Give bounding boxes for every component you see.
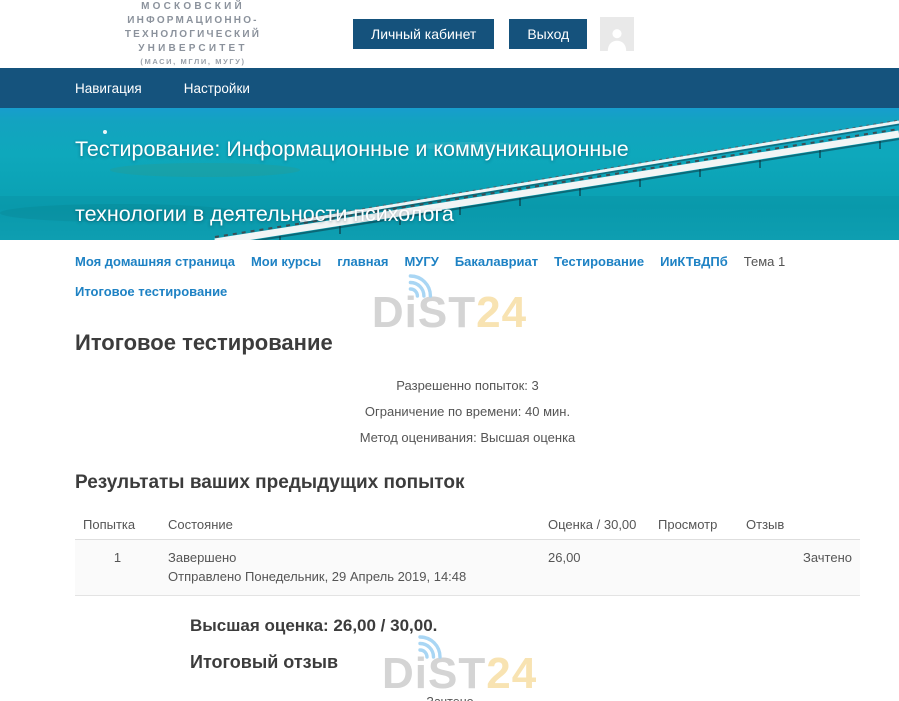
final-feedback-value: Зачтено — [190, 695, 710, 701]
breadcrumb-item-testing[interactable]: Тестирование — [554, 254, 644, 269]
main-navbar: Навигация Настройки — [0, 68, 899, 108]
university-logo[interactable]: МОСКОВСКИЙ ИНФОРМАЦИОННО-ТЕХНОЛОГИЧЕСКИЙ… — [75, 0, 311, 68]
breadcrumb-item-home[interactable]: Моя домашняя страница — [75, 254, 235, 269]
breadcrumb-item-main[interactable]: главная — [337, 254, 388, 269]
state-label: Завершено — [168, 548, 532, 567]
logo-subline: (МАСИ, МГЛИ, МУГУ) — [75, 56, 311, 68]
personal-cabinet-button[interactable]: Личный кабинет — [353, 19, 494, 49]
attempts-table: Попытка Состояние Оценка / 30,00 Просмот… — [75, 511, 860, 596]
avatar[interactable] — [600, 17, 634, 51]
quiz-info-time-limit: Ограничение по времени: 40 мин. — [75, 399, 860, 425]
breadcrumb-item-bachelor[interactable]: Бакалавриат — [455, 254, 538, 269]
nav-item-settings[interactable]: Настройки — [184, 81, 250, 96]
breadcrumb-item-course-code[interactable]: ИиКТвДПб — [660, 254, 728, 269]
table-row: 1 Завершено Отправлено Понедельник, 29 А… — [75, 540, 860, 596]
results-heading: Результаты ваших предыдущих попыток — [75, 472, 860, 494]
page-title: Итоговое тестирование — [75, 330, 860, 356]
main-content: Моя домашняя страница Мои курсы главная … — [0, 240, 899, 701]
state-detail: Отправлено Понедельник, 29 Апрель 2019, … — [168, 567, 532, 586]
logo-line: УНИВЕРСИТЕТ — [75, 42, 311, 56]
breadcrumb: Моя домашняя страница Мои курсы главная … — [75, 240, 860, 299]
quiz-info-attempts: Разрешенно попыток: 3 — [75, 373, 860, 399]
course-title: Тестирование: Информационные и коммуника… — [75, 117, 743, 240]
logout-button[interactable]: Выход — [509, 19, 587, 49]
breadcrumb-item-mugu[interactable]: МУГУ — [404, 254, 438, 269]
column-header-grade: Оценка / 30,00 — [540, 511, 650, 540]
page: МОСКОВСКИЙ ИНФОРМАЦИОННО-ТЕХНОЛОГИЧЕСКИЙ… — [0, 0, 899, 701]
attempts-table-header-row: Попытка Состояние Оценка / 30,00 Просмот… — [75, 511, 860, 540]
header-actions: Личный кабинет Выход — [353, 17, 634, 51]
quiz-info-grading-method: Метод оценивания: Высшая оценка — [75, 425, 860, 451]
cell-state: Завершено Отправлено Понедельник, 29 Апр… — [160, 540, 540, 596]
final-feedback-heading: Итоговый отзыв — [190, 652, 750, 673]
nav-item-navigation[interactable]: Навигация — [75, 81, 142, 96]
quiz-info: Разрешенно попыток: 3 Ограничение по вре… — [75, 373, 860, 451]
cell-feedback: Зачтено — [738, 540, 860, 596]
column-header-state: Состояние — [160, 511, 540, 540]
best-grade: Высшая оценка: 26,00 / 30,00. — [190, 616, 750, 636]
cell-grade: 26,00 — [540, 540, 650, 596]
breadcrumb-item-final-test[interactable]: Итоговое тестирование — [75, 284, 227, 299]
logo-line: ИНФОРМАЦИОННО-ТЕХНОЛОГИЧЕСКИЙ — [75, 14, 311, 42]
breadcrumb-item-topic: Тема 1 — [744, 254, 785, 269]
logo-line: МОСКОВСКИЙ — [75, 0, 311, 14]
column-header-review: Просмотр — [650, 511, 738, 540]
feedback-block: Высшая оценка: 26,00 / 30,00. Итоговый о… — [190, 616, 750, 701]
user-icon — [604, 25, 630, 51]
breadcrumb-item-my-courses[interactable]: Мои курсы — [251, 254, 321, 269]
column-header-feedback: Отзыв — [738, 511, 860, 540]
cell-attempt-number: 1 — [75, 540, 160, 596]
hero-banner: Тестирование: Информационные и коммуника… — [0, 108, 899, 240]
column-header-attempt: Попытка — [75, 511, 160, 540]
site-header: МОСКОВСКИЙ ИНФОРМАЦИОННО-ТЕХНОЛОГИЧЕСКИЙ… — [0, 0, 899, 68]
cell-review — [650, 540, 738, 596]
